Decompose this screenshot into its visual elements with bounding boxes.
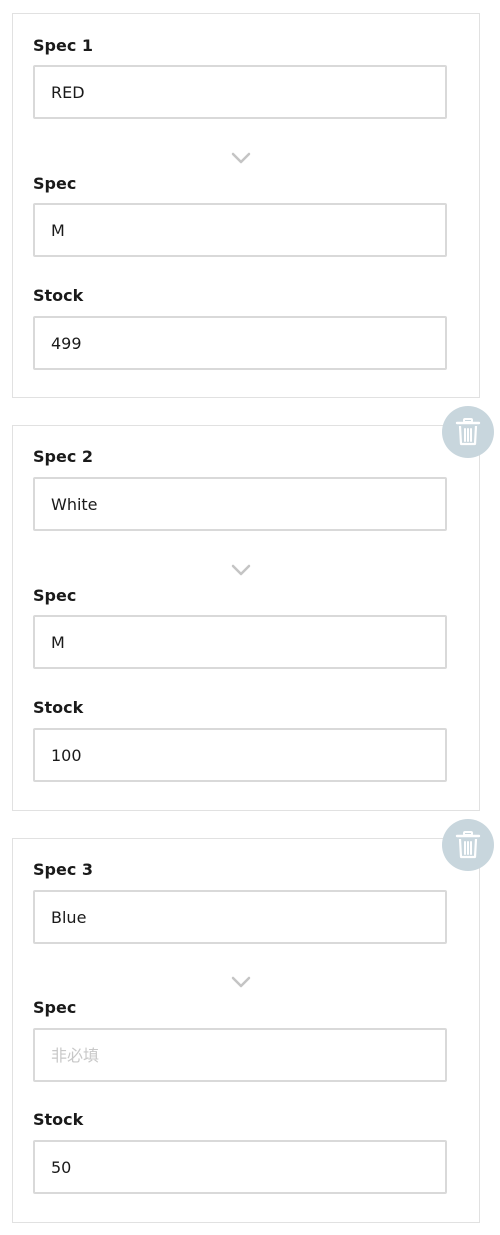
- spec-value-field[interactable]: [33, 477, 447, 531]
- delete-spec-3-button[interactable]: [442, 819, 494, 871]
- sub-spec-label: Spec: [33, 998, 77, 1017]
- spec-value-input[interactable]: [35, 479, 445, 529]
- stock-field[interactable]: [33, 316, 447, 370]
- spec-card-3: Spec 3 Spec Stock: [12, 838, 480, 1223]
- stock-input[interactable]: [35, 318, 445, 368]
- chevron-down-icon[interactable]: [230, 975, 252, 989]
- sub-spec-field[interactable]: [33, 615, 447, 669]
- spec-card-1: Spec 1 Spec Stock: [12, 13, 480, 398]
- spec-value-input[interactable]: [35, 67, 445, 117]
- chevron-down-icon[interactable]: [230, 151, 252, 165]
- sub-spec-input[interactable]: [35, 205, 445, 255]
- spec-title: Spec 3: [33, 860, 94, 879]
- trash-icon: [455, 418, 481, 446]
- sub-spec-label: Spec: [33, 174, 77, 193]
- sub-spec-input[interactable]: [35, 1030, 445, 1080]
- sub-spec-input[interactable]: [35, 617, 445, 667]
- spec-card-2: Spec 2 Spec Stock: [12, 425, 480, 811]
- stock-label: Stock: [33, 698, 84, 717]
- stock-field[interactable]: [33, 1140, 447, 1194]
- spec-value-input[interactable]: [35, 892, 445, 942]
- sub-spec-label: Spec: [33, 586, 77, 605]
- spec-value-field[interactable]: [33, 65, 447, 119]
- sub-spec-field[interactable]: [33, 1028, 447, 1082]
- trash-icon: [455, 831, 481, 859]
- stock-label: Stock: [33, 1110, 84, 1129]
- stock-label: Stock: [33, 286, 84, 305]
- stock-input[interactable]: [35, 1142, 445, 1192]
- chevron-down-icon[interactable]: [230, 563, 252, 577]
- stock-field[interactable]: [33, 728, 447, 782]
- spec-title: Spec 1: [33, 36, 94, 55]
- delete-spec-2-button[interactable]: [442, 406, 494, 458]
- stock-input[interactable]: [35, 730, 445, 780]
- spec-title: Spec 2: [33, 447, 94, 466]
- spec-value-field[interactable]: [33, 890, 447, 944]
- sub-spec-field[interactable]: [33, 203, 447, 257]
